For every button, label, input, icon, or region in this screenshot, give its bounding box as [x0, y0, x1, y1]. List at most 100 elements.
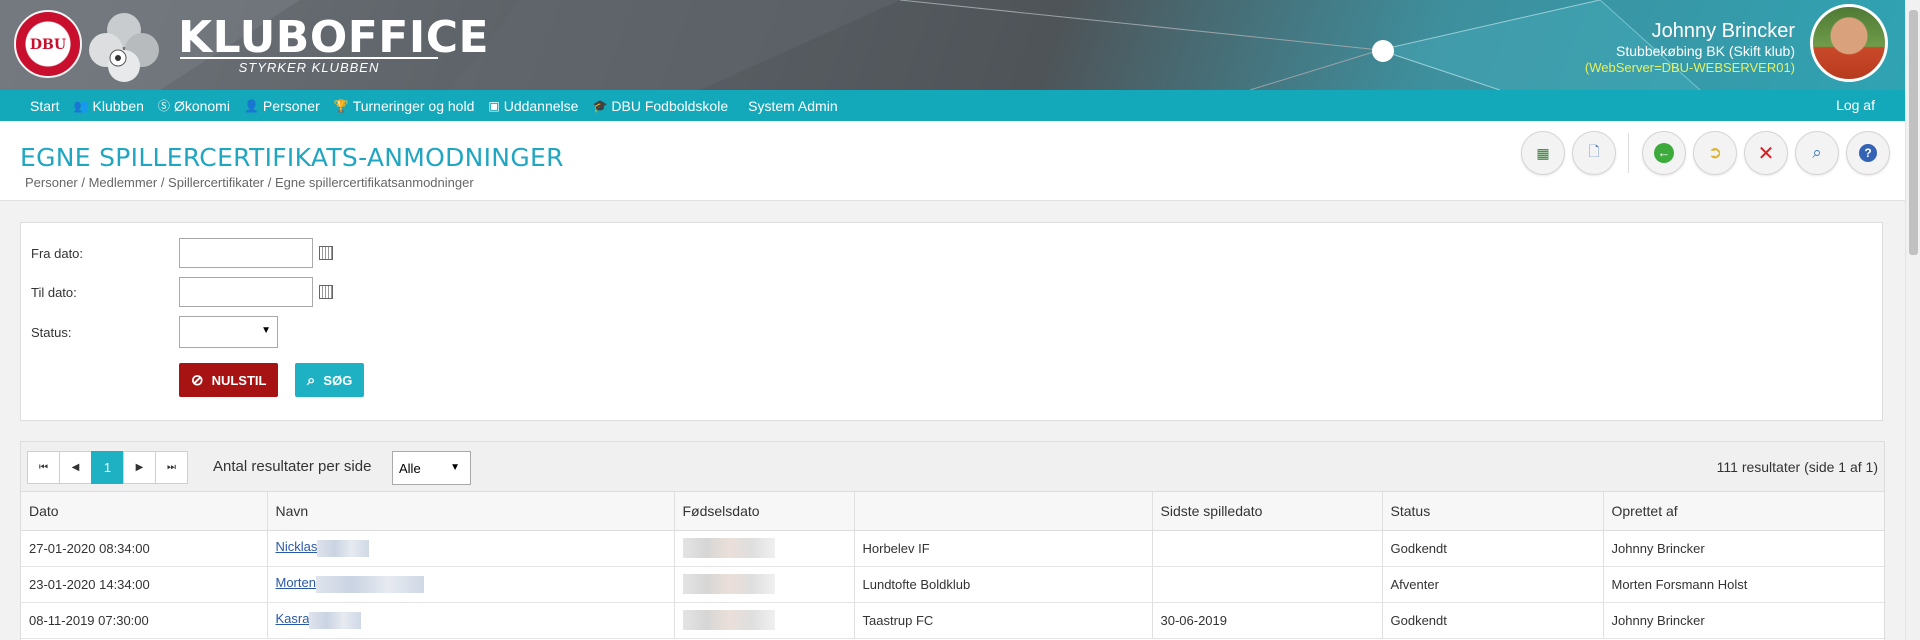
from-date-input[interactable] [179, 238, 313, 268]
cell-navn: Kasra [267, 602, 675, 639]
nav-item-label: Økonomi [173, 97, 230, 114]
page: DBU KLUBOFFICE STYRKER KLUBBEN Johnny Br… [0, 0, 1920, 640]
person-link[interactable]: Morten [276, 575, 316, 590]
cell-oprettet-af: Morten Forsmann Holst [1603, 566, 1884, 603]
cell-dato: 27-01-2020 08:34:00 [21, 530, 268, 567]
column-header-sidste-spilledato[interactable]: Sidste spilledato [1152, 492, 1383, 531]
person-link[interactable]: Nicklas [276, 539, 318, 554]
nav-item-label: Klubben [92, 97, 144, 114]
next-page-icon: ▶ [135, 462, 144, 473]
ban-icon: ⊘ [191, 372, 204, 389]
toolbar: ▦ 🗋 ← ➲ ✕ ⌕ ? [1514, 131, 1890, 175]
table-row[interactable]: 23-01-2020 14:34:00 Morten Lundtofte Bol… [21, 566, 1884, 603]
column-header-navn[interactable]: Navn [267, 492, 675, 531]
cell-fodselsdato [674, 566, 855, 603]
coin-icon: Ⓢ [157, 99, 170, 113]
last-page-button[interactable]: ⏭ [155, 451, 188, 484]
redacted-birthdate [682, 574, 775, 594]
scrollbar-thumb[interactable] [1909, 10, 1918, 255]
reset-button[interactable]: ⊘ NULSTIL [179, 363, 279, 397]
search-form: Fra dato: Til dato: Status: ▼ ⊘ NULSTIL ⌕… [20, 222, 1883, 421]
cell-sidste-spilledato [1152, 530, 1383, 567]
nav-item-fodboldskole[interactable]: 🎓 DBU Fodboldskole [592, 98, 728, 114]
page-scrollbar[interactable] [1905, 0, 1920, 640]
person-link[interactable]: Kasra [276, 611, 310, 626]
main-nav: Start 👥 Klubben Ⓢ Økonomi 👤 Personer 🏆 Turne… [0, 90, 1905, 121]
presentation-icon: ▣ [488, 98, 500, 113]
table-row[interactable]: 08-11-2019 07:30:00 Kasra Taastrup FC 30… [21, 602, 1884, 639]
search-icon: ⌕ [1812, 143, 1822, 162]
next-page-button[interactable]: ▶ [123, 451, 156, 484]
dbu-logo[interactable]: DBU [14, 10, 82, 78]
pager: ⏮ ◀ 1 ▶ ⏭ [27, 451, 188, 484]
page-title: EGNE SPILLERCERTIFIKATS-ANMODNINGER [20, 143, 564, 172]
people-icon: 👥 [73, 98, 89, 113]
pager-bar: ⏮ ◀ 1 ▶ ⏭ Antal resultater per side Alle… [21, 442, 1884, 492]
status-select[interactable]: ▼ [179, 316, 278, 348]
cell-sidste-spilledato: 30-06-2019 [1152, 602, 1383, 639]
excel-icon: ▦ [1536, 144, 1550, 161]
nav-item-label: Start [30, 97, 60, 114]
calendar-icon[interactable] [319, 246, 333, 260]
search-button-label: SØG [323, 372, 353, 388]
graduation-cap-icon: 🎓 [592, 98, 608, 113]
breadcrumb[interactable]: Personer / Medlemmer / Spillercertifikat… [25, 175, 474, 190]
caret-down-icon: ▼ [261, 325, 271, 336]
per-page-select[interactable]: Alle ▼ [392, 451, 471, 485]
calendar-icon[interactable] [319, 285, 333, 299]
column-header-status[interactable]: Status [1382, 492, 1604, 531]
redacted-surname [315, 575, 424, 593]
column-header-klub[interactable] [854, 492, 1153, 531]
trophy-icon: 🏆 [333, 98, 349, 113]
column-header-fodselsdato[interactable]: Fødselsdato [674, 492, 855, 531]
close-button[interactable]: ✕ [1744, 131, 1788, 175]
to-date-label: Til dato: [31, 285, 77, 300]
help-button[interactable]: ? [1846, 131, 1890, 175]
open-button[interactable]: ➲ [1693, 131, 1737, 175]
person-icon: 👤 [243, 98, 259, 113]
nav-item-label: System Admin [748, 97, 838, 114]
prev-page-button[interactable]: ◀ [59, 451, 92, 484]
nav-item-klubben[interactable]: 👥 Klubben [74, 98, 144, 114]
brand-title[interactable]: KLUBOFFICE [178, 12, 489, 63]
per-page-value: Alle [399, 461, 421, 476]
export-document-button[interactable]: 🗋 [1572, 131, 1616, 175]
redacted-birthdate [682, 538, 775, 558]
cell-dato: 08-11-2019 07:30:00 [21, 602, 268, 639]
nav-item-personer[interactable]: 👤 Personer [244, 98, 320, 114]
redacted-surname [309, 611, 362, 629]
cell-navn: Nicklas [267, 530, 675, 567]
help-icon: ? [1859, 144, 1877, 162]
page-button-current[interactable]: 1 [91, 451, 124, 484]
logout-link[interactable]: Log af [1836, 97, 1875, 113]
nav-item-label: Uddannelse [503, 97, 579, 114]
back-button[interactable]: ← [1642, 131, 1686, 175]
server-info: (WebServer=DBU-WEBSERVER01) [1584, 60, 1795, 75]
header-banner: DBU KLUBOFFICE STYRKER KLUBBEN Johnny Br… [0, 0, 1905, 90]
column-header-dato[interactable]: Dato [21, 492, 268, 531]
search-button[interactable]: ⌕ [1795, 131, 1839, 175]
cell-fodselsdato [674, 530, 855, 567]
banner-dot [1372, 40, 1394, 62]
search-submit-button[interactable]: ⌕ SØG [295, 363, 365, 397]
document-icon: 🗋 [1588, 143, 1600, 159]
export-excel-button[interactable]: ▦ [1521, 131, 1565, 175]
cell-oprettet-af: Johnny Brincker [1603, 530, 1884, 567]
avatar[interactable] [1810, 4, 1888, 82]
user-club-switch[interactable]: Stubbekøbing BK (Skift klub) [1585, 42, 1795, 60]
nav-item-start[interactable]: Start [30, 98, 60, 114]
nav-item-label: Turneringer og hold [352, 97, 475, 114]
cell-fodselsdato [674, 602, 855, 639]
nav-item-uddannelse[interactable]: ▣ Uddannelse [488, 98, 578, 114]
nav-item-system-admin[interactable]: System Admin [748, 98, 837, 114]
reset-button-label: NULSTIL [211, 372, 267, 388]
nav-item-okonomi[interactable]: Ⓢ Økonomi [158, 97, 230, 114]
nav-item-label: Personer [262, 97, 320, 114]
first-page-button[interactable]: ⏮ [27, 451, 60, 484]
search-icon: ⌕ [307, 371, 316, 389]
to-date-input[interactable] [179, 277, 313, 307]
table-row[interactable]: 27-01-2020 08:34:00 Nicklas Horbelev IF … [21, 530, 1884, 567]
column-header-oprettet-af[interactable]: Oprettet af [1603, 492, 1884, 531]
nav-item-turneringer[interactable]: 🏆 Turneringer og hold [334, 98, 475, 114]
cell-status: Godkendt [1382, 602, 1604, 639]
